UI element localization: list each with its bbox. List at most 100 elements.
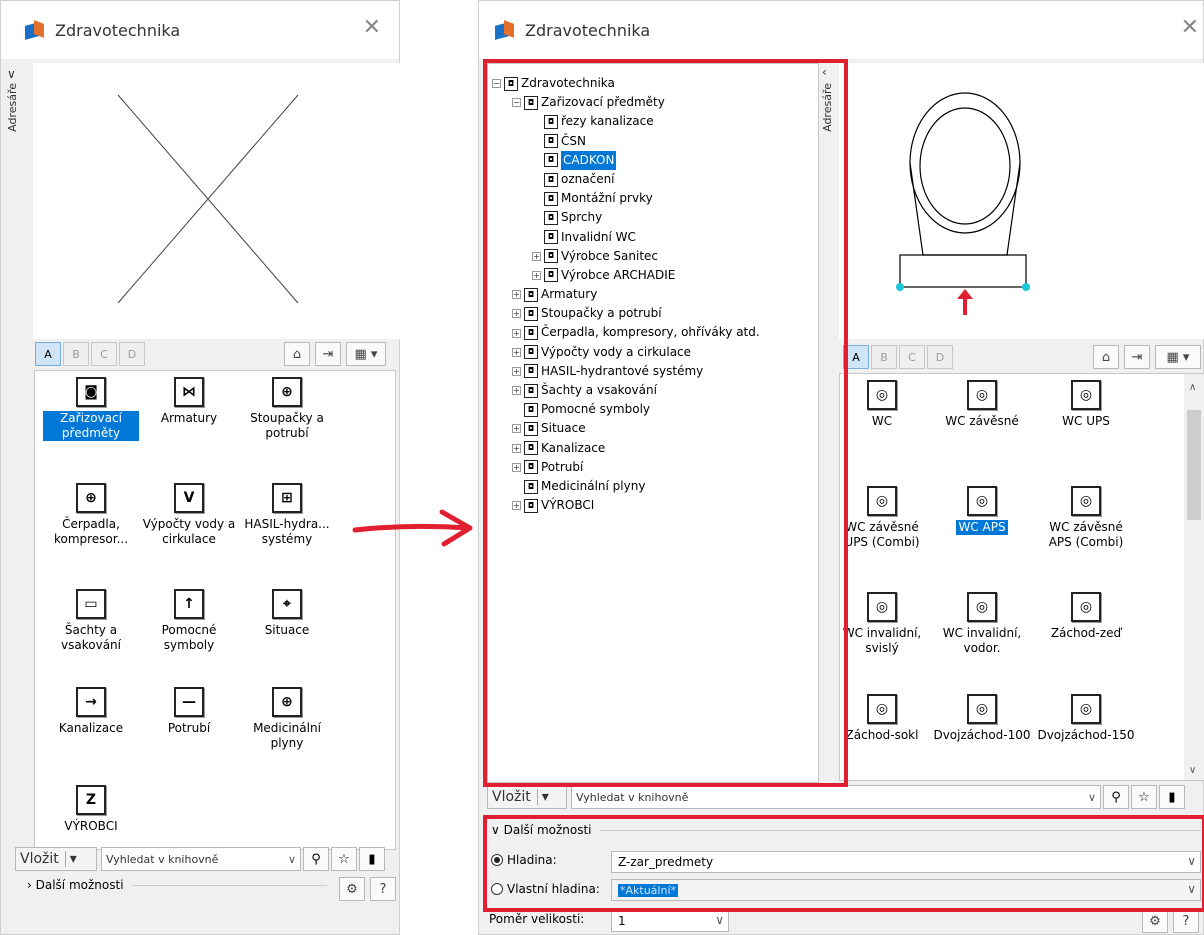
category-item[interactable]: ⊕ Stoupačky a potrubí bbox=[239, 377, 335, 441]
expand-icon[interactable]: + bbox=[512, 366, 521, 376]
symbol-item[interactable]: ◎ Dvojzáchod-100 bbox=[932, 694, 1032, 743]
tree-node[interactable]: ◘ řezy kanalizace bbox=[492, 112, 760, 131]
collapse-icon[interactable]: − bbox=[512, 98, 521, 108]
category-item[interactable]: ⊞ HASIL-hydra... systémy bbox=[239, 483, 335, 547]
own-layer-option[interactable]: Vlastní hladina: bbox=[491, 882, 600, 896]
layer-select[interactable]: Z-zar_predmety ∨ bbox=[611, 851, 1201, 873]
scrollbar-thumb[interactable] bbox=[1187, 410, 1201, 520]
expand-icon[interactable]: + bbox=[512, 424, 521, 434]
category-item[interactable]: ⊕ Medicinální plyny bbox=[239, 687, 335, 751]
category-item[interactable]: → Kanalizace bbox=[43, 687, 139, 736]
tab-a[interactable]: A bbox=[843, 345, 869, 369]
close-icon[interactable]: ✕ bbox=[1181, 17, 1199, 39]
view-mode-button[interactable]: ▦ ▾ bbox=[1155, 345, 1201, 369]
symbol-item[interactable]: ◎ WC závěsné APS (Combi) bbox=[1036, 486, 1136, 550]
close-icon[interactable]: ✕ bbox=[363, 17, 381, 39]
symbol-item[interactable]: ◎ WC bbox=[840, 380, 932, 429]
import-button[interactable]: ⇥ bbox=[1124, 345, 1150, 369]
category-item[interactable]: V Výpočty vody a cirkulace bbox=[141, 483, 237, 547]
own-layer-select[interactable]: *Aktuální* ∨ bbox=[611, 879, 1201, 901]
search-icon[interactable]: ⚲ bbox=[1103, 785, 1129, 809]
tree-node[interactable]: ◘ Medicinální plyny bbox=[492, 477, 760, 496]
tree-node[interactable]: + ◘ Situace bbox=[492, 419, 760, 438]
tree-node[interactable]: − ◘ Zařizovací předměty bbox=[492, 93, 760, 112]
tab-d[interactable]: D bbox=[927, 345, 953, 369]
symbol-item[interactable]: ◎ Dvojzáchod-150 bbox=[1036, 694, 1136, 743]
insert-button[interactable]: Vložit ▾ bbox=[487, 785, 567, 809]
tree-node[interactable]: ◘ Pomocné symboly bbox=[492, 400, 760, 419]
favorite-star-icon[interactable]: ☆ bbox=[1131, 785, 1157, 809]
symbol-item[interactable]: ◎ WC APS bbox=[932, 486, 1032, 535]
search-input[interactable]: Vyhledat v knihovně ∨ bbox=[571, 785, 1101, 809]
search-input[interactable]: Vyhledat v knihovně ∨ bbox=[101, 847, 301, 871]
layer-radio[interactable] bbox=[491, 854, 503, 866]
tab-c[interactable]: C bbox=[91, 342, 117, 366]
category-item[interactable]: ⊕ Čerpadla, kompresor... bbox=[43, 483, 139, 547]
symbol-item[interactable]: ◎ Záchod-zeď bbox=[1036, 592, 1136, 641]
scale-select[interactable]: 1 ∨ bbox=[611, 910, 729, 932]
tab-b[interactable]: B bbox=[63, 342, 89, 366]
view-mode-button[interactable]: ▦ ▾ bbox=[346, 342, 386, 366]
tree-node[interactable]: + ◘ Výrobce ARCHADIE bbox=[492, 266, 760, 285]
help-icon[interactable]: ? bbox=[1173, 909, 1199, 933]
settings-gear-icon[interactable]: ⚙ bbox=[339, 877, 365, 901]
tree-node[interactable]: − ◘ Zdravotechnika bbox=[492, 74, 760, 93]
expand-icon[interactable]: + bbox=[512, 501, 521, 511]
category-item[interactable]: — Potrubí bbox=[141, 687, 237, 736]
expand-icon[interactable]: + bbox=[512, 309, 521, 319]
layer-option[interactable]: Hladina: bbox=[491, 853, 557, 867]
expand-icon[interactable]: + bbox=[532, 251, 541, 261]
expand-icon[interactable]: + bbox=[532, 270, 541, 280]
collapse-icon[interactable]: − bbox=[492, 79, 501, 89]
tree-node[interactable]: ◘ označení bbox=[492, 170, 760, 189]
stats-icon[interactable]: ▮ bbox=[359, 847, 385, 871]
tree-node[interactable]: ◘ Montážní prvky bbox=[492, 189, 760, 208]
addresses-side-tab[interactable]: Adresáře bbox=[821, 83, 834, 132]
symbol-item[interactable]: ◎ WC invalidní, svislý bbox=[840, 592, 932, 656]
home-button[interactable]: ⌂ bbox=[284, 342, 310, 366]
tree-node[interactable]: ◘ CADKON bbox=[492, 150, 760, 170]
own-layer-radio[interactable] bbox=[491, 883, 503, 895]
expand-icon[interactable]: + bbox=[512, 462, 521, 472]
home-button[interactable]: ⌂ bbox=[1093, 345, 1119, 369]
tree-node[interactable]: ◘ Invalidní WC bbox=[492, 228, 760, 247]
tree-node[interactable]: + ◘ Šachty a vsakování bbox=[492, 381, 760, 400]
right-more-options[interactable]: ∨ Další možnosti bbox=[491, 823, 1201, 837]
grid-scrollbar[interactable]: ∧ ∨ bbox=[1184, 374, 1204, 780]
symbol-item[interactable]: ◎ WC závěsné UPS (Combi) bbox=[840, 486, 932, 550]
category-item[interactable]: ⋈ Armatury bbox=[141, 377, 237, 426]
category-item[interactable]: ↑ Pomocné symboly bbox=[141, 589, 237, 653]
tab-b[interactable]: B bbox=[871, 345, 897, 369]
category-item[interactable]: ⌖ Situace bbox=[239, 589, 335, 638]
tree-node[interactable]: ◘ ČSN bbox=[492, 132, 760, 151]
expand-icon[interactable]: + bbox=[512, 347, 521, 357]
tree-node[interactable]: + ◘ HASIL-hydrantové systémy bbox=[492, 362, 760, 381]
insert-button[interactable]: Vložit ▾ bbox=[15, 847, 97, 871]
category-item[interactable]: ▭ Šachty a vsakování bbox=[43, 589, 139, 653]
help-icon[interactable]: ? bbox=[370, 877, 396, 901]
import-button[interactable]: ⇥ bbox=[315, 342, 341, 366]
symbol-item[interactable]: ◎ WC UPS bbox=[1036, 380, 1136, 429]
tree-node[interactable]: + ◘ Stoupačky a potrubí bbox=[492, 304, 760, 323]
expand-icon[interactable]: + bbox=[512, 443, 521, 453]
expand-icon[interactable]: + bbox=[512, 328, 521, 338]
search-icon[interactable]: ⚲ bbox=[303, 847, 329, 871]
left-more-options[interactable]: › Další možnosti bbox=[27, 878, 327, 892]
favorite-star-icon[interactable]: ☆ bbox=[331, 847, 357, 871]
category-item[interactable]: ◙ Zařizovací předměty bbox=[43, 377, 139, 441]
tab-d[interactable]: D bbox=[119, 342, 145, 366]
category-item[interactable]: Z VÝROBCI bbox=[43, 785, 139, 834]
tree-node[interactable]: + ◘ Armatury bbox=[492, 285, 760, 304]
collapse-chevron-icon[interactable]: ‹ bbox=[822, 65, 827, 79]
stats-icon[interactable]: ▮ bbox=[1159, 785, 1185, 809]
tree-node[interactable]: + ◘ Výrobce Sanitec bbox=[492, 247, 760, 266]
symbol-item[interactable]: ◎ WC závěsné bbox=[932, 380, 1032, 429]
tree-node[interactable]: + ◘ Čerpadla, kompresory, ohříváky atd. bbox=[492, 323, 760, 342]
tree-node[interactable]: + ◘ Kanalizace bbox=[492, 439, 760, 458]
expand-icon[interactable]: + bbox=[512, 290, 521, 300]
symbol-item[interactable]: ◎ Záchod-sokl bbox=[840, 694, 932, 743]
tree-node[interactable]: + ◘ VÝROBCI bbox=[492, 496, 760, 515]
tree-node[interactable]: ◘ Sprchy bbox=[492, 208, 760, 227]
tab-c[interactable]: C bbox=[899, 345, 925, 369]
tree-node[interactable]: + ◘ Výpočty vody a cirkulace bbox=[492, 343, 760, 362]
